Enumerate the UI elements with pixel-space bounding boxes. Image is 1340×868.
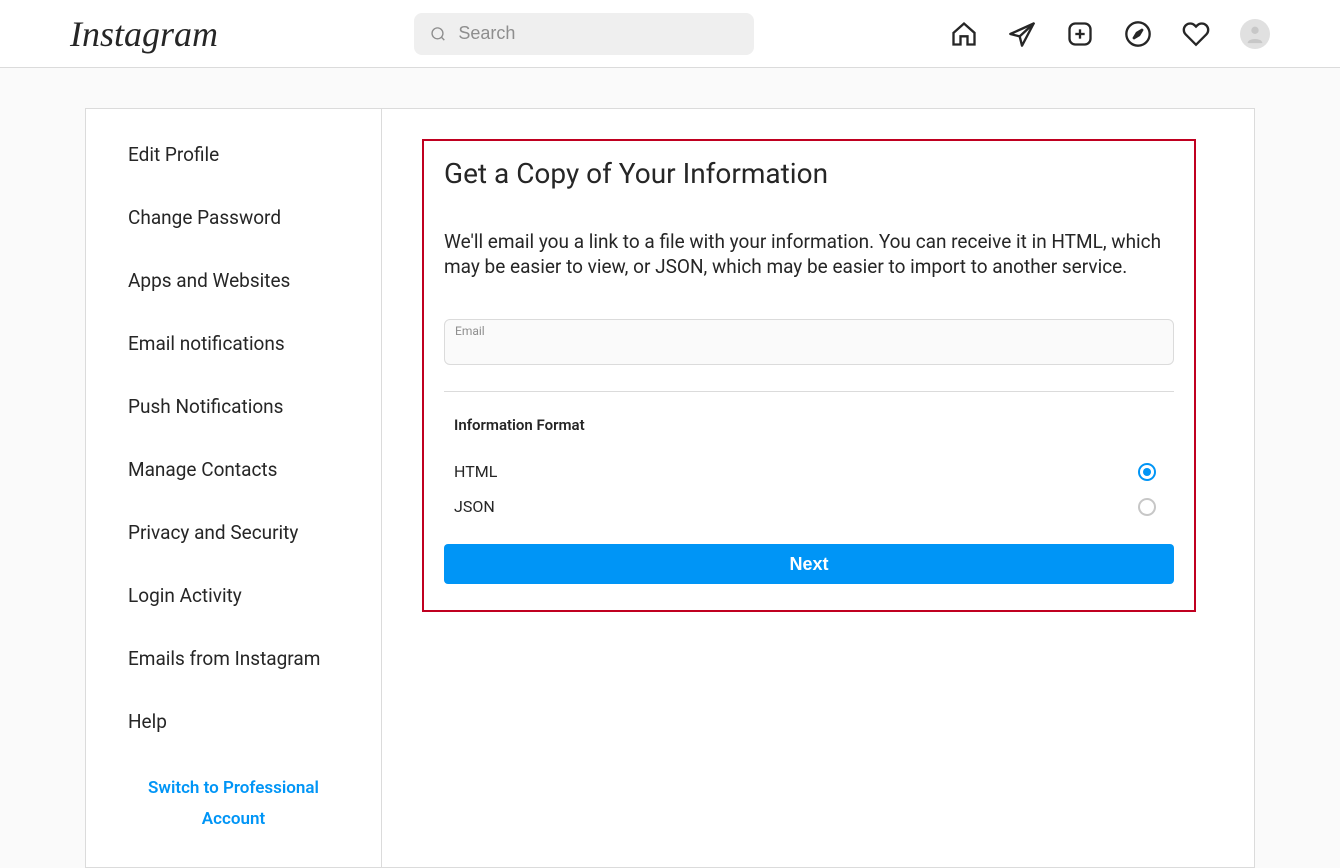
sidebar-item-push-notifications[interactable]: Push Notifications (86, 375, 381, 438)
email-label: Email (455, 324, 485, 338)
sidebar-item-login-activity[interactable]: Login Activity (86, 564, 381, 627)
heart-icon[interactable] (1182, 20, 1210, 48)
radio-html[interactable] (1138, 463, 1156, 481)
next-button[interactable]: Next (444, 544, 1174, 584)
search-box[interactable] (414, 13, 754, 55)
messenger-icon[interactable] (1008, 20, 1036, 48)
search-container (414, 13, 754, 55)
page-description: We'll email you a link to a file with yo… (444, 230, 1174, 279)
format-option-html[interactable]: HTML (444, 454, 1174, 489)
page-title: Get a Copy of Your Information (444, 157, 1174, 190)
format-option-html-label: HTML (454, 462, 497, 481)
instagram-logo[interactable]: Instagram (70, 13, 218, 55)
email-field[interactable]: Email (444, 319, 1174, 365)
divider (444, 391, 1174, 392)
search-icon (430, 25, 446, 43)
switch-professional-link[interactable]: Switch to Professional Account (86, 753, 381, 850)
explore-icon[interactable] (1124, 20, 1152, 48)
top-nav: Instagram (0, 0, 1340, 68)
sidebar-item-manage-contacts[interactable]: Manage Contacts (86, 438, 381, 501)
settings-container: Edit Profile Change Password Apps and We… (85, 108, 1255, 868)
format-option-json[interactable]: JSON (444, 489, 1174, 524)
email-input[interactable] (455, 324, 1163, 360)
avatar-icon (1244, 23, 1266, 45)
sidebar-item-help[interactable]: Help (86, 690, 381, 753)
nav-icons (950, 19, 1270, 49)
new-post-icon[interactable] (1066, 20, 1094, 48)
home-icon[interactable] (950, 20, 978, 48)
content-area: Get a Copy of Your Information We'll ema… (382, 109, 1254, 867)
sidebar-item-emails-instagram[interactable]: Emails from Instagram (86, 627, 381, 690)
sidebar-item-edit-profile[interactable]: Edit Profile (86, 123, 381, 186)
sidebar-item-apps-websites[interactable]: Apps and Websites (86, 249, 381, 312)
search-input[interactable] (458, 23, 738, 44)
radio-json[interactable] (1138, 498, 1156, 516)
settings-sidebar: Edit Profile Change Password Apps and We… (86, 109, 382, 867)
highlighted-region: Get a Copy of Your Information We'll ema… (422, 139, 1196, 612)
profile-avatar[interactable] (1240, 19, 1270, 49)
format-option-json-label: JSON (454, 497, 495, 516)
format-header: Information Format (444, 416, 1174, 434)
sidebar-item-change-password[interactable]: Change Password (86, 186, 381, 249)
sidebar-item-privacy-security[interactable]: Privacy and Security (86, 501, 381, 564)
sidebar-item-email-notifications[interactable]: Email notifications (86, 312, 381, 375)
